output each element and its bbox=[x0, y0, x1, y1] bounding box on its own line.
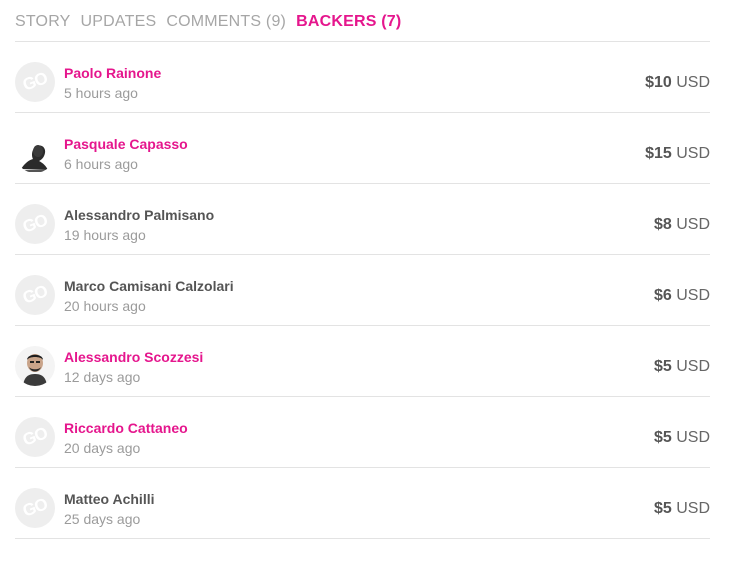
pledge-amount: $15 USD bbox=[645, 145, 710, 163]
go-default-avatar-icon: GO bbox=[15, 275, 55, 315]
go-default-avatar-icon: GO bbox=[15, 204, 55, 244]
pledge-amount: $8 USD bbox=[654, 216, 710, 234]
pledge-value: $15 bbox=[645, 145, 672, 162]
pledge-value: $5 bbox=[653, 429, 672, 446]
pledge-currency: USD bbox=[676, 216, 710, 233]
go-logo-icon: GO bbox=[20, 210, 50, 237]
pledge-value: $8 bbox=[653, 216, 672, 233]
pledge-value: $5 bbox=[653, 500, 672, 517]
pledge-amount: $5 USD bbox=[654, 429, 710, 447]
pledge-currency: USD bbox=[676, 500, 710, 517]
tab-bar: STORY UPDATES COMMENTS (9) BACKERS (7) bbox=[15, 0, 710, 42]
backer-avatar-photo[interactable] bbox=[15, 346, 55, 386]
pledge-value: $10 bbox=[645, 74, 672, 91]
go-logo-icon: GO bbox=[20, 68, 50, 95]
backer-row: Pasquale Capasso 6 hours ago $15 USD bbox=[15, 113, 710, 184]
tab-story[interactable]: STORY bbox=[15, 0, 71, 31]
backer-avatar-photo[interactable] bbox=[15, 133, 55, 173]
backer-time: 20 hours ago bbox=[64, 298, 146, 314]
pledge-currency: USD bbox=[676, 74, 710, 91]
pledge-currency: USD bbox=[676, 145, 710, 162]
pledge-currency: USD bbox=[676, 358, 710, 375]
backer-name: Marco Camisani Calzolari bbox=[64, 278, 234, 294]
pledge-amount: $5 USD bbox=[654, 358, 710, 376]
backer-time: 19 hours ago bbox=[64, 227, 146, 243]
backer-name[interactable]: Alessandro Scozzesi bbox=[64, 349, 203, 365]
pledge-amount: $10 USD bbox=[645, 74, 710, 92]
backers-panel: STORY UPDATES COMMENTS (9) BACKERS (7) G… bbox=[15, 0, 710, 539]
go-logo-icon: GO bbox=[20, 494, 50, 521]
backer-time: 20 days ago bbox=[64, 440, 141, 456]
go-default-avatar-icon: GO bbox=[15, 488, 55, 528]
pledge-value: $6 bbox=[653, 287, 672, 304]
backer-name[interactable]: Paolo Rainone bbox=[64, 65, 161, 81]
backer-time: 6 hours ago bbox=[64, 156, 138, 172]
backer-time: 12 days ago bbox=[64, 369, 141, 385]
backer-name[interactable]: Pasquale Capasso bbox=[64, 136, 188, 152]
go-logo-icon: GO bbox=[20, 281, 50, 308]
backer-time: 5 hours ago bbox=[64, 85, 138, 101]
go-logo-icon: GO bbox=[20, 423, 50, 450]
pledge-value: $5 bbox=[653, 358, 672, 375]
backer-row: GO Riccardo Cattaneo 20 days ago $5 USD bbox=[15, 397, 710, 468]
pledge-currency: USD bbox=[676, 429, 710, 446]
backer-row: GO Marco Camisani Calzolari 20 hours ago $6… bbox=[15, 255, 710, 326]
backer-name: Matteo Achilli bbox=[64, 491, 155, 507]
go-default-avatar-icon[interactable]: GO bbox=[15, 62, 55, 102]
go-default-avatar-icon[interactable]: GO bbox=[15, 417, 55, 457]
backer-row: GO Alessandro Palmisano 19 hours ago $8 USD bbox=[15, 184, 710, 255]
backer-row: GO Matteo Achilli 25 days ago $5 USD bbox=[15, 468, 710, 539]
backer-row: GO Paolo Rainone 5 hours ago $10 USD bbox=[15, 42, 710, 113]
backer-name: Alessandro Palmisano bbox=[64, 207, 215, 223]
backer-list: GO Paolo Rainone 5 hours ago $10 USD Pasqual… bbox=[15, 42, 710, 539]
pledge-currency: USD bbox=[676, 287, 710, 304]
pledge-amount: $6 USD bbox=[654, 287, 710, 305]
pledge-amount: $5 USD bbox=[654, 500, 710, 518]
tab-comments[interactable]: COMMENTS (9) bbox=[166, 0, 286, 31]
backer-row: Alessandro Scozzesi 12 days ago $5 USD bbox=[15, 326, 710, 397]
backer-name[interactable]: Riccardo Cattaneo bbox=[64, 420, 188, 436]
tab-updates[interactable]: UPDATES bbox=[81, 0, 157, 31]
backer-time: 25 days ago bbox=[64, 511, 141, 527]
tab-backers[interactable]: BACKERS (7) bbox=[296, 0, 401, 31]
